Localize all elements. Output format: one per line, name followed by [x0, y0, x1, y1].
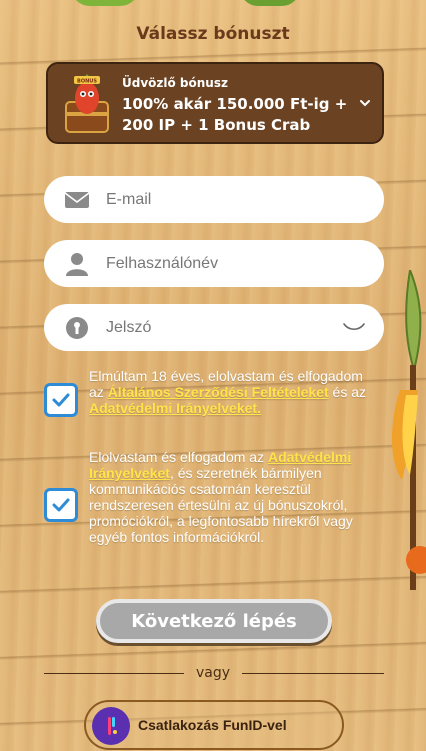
- username-input[interactable]: [106, 240, 336, 287]
- marketing-consent-checkbox[interactable]: [44, 488, 78, 522]
- divider: [242, 673, 384, 674]
- bonus-description: 100% akár 150.000 Ft-ig + 200 IP + 1 Bon…: [122, 95, 348, 134]
- consent-text: Elolvastam és elfogadom az: [89, 449, 268, 465]
- funid-logo-icon: [92, 707, 130, 745]
- funid-label: Csatlakozás FunID-vel: [138, 717, 287, 733]
- lock-icon: [66, 317, 88, 339]
- bonus-crab-image: BONUS: [65, 74, 109, 133]
- email-input[interactable]: [106, 176, 336, 223]
- user-icon: [66, 253, 88, 276]
- page-title: Válassz bónuszt: [136, 24, 290, 44]
- consent-text: és az: [328, 384, 367, 400]
- age-terms-checkbox[interactable]: [44, 383, 78, 417]
- chevron-down-icon[interactable]: [358, 96, 372, 110]
- bonus-selector[interactable]: BONUS Üdvözlő bónusz 100% akár 150.000 F…: [46, 62, 384, 144]
- password-input[interactable]: [106, 304, 336, 351]
- checkmark-icon: [52, 393, 70, 407]
- bonus-label: Üdvözlő bónusz: [122, 76, 228, 90]
- next-step-button[interactable]: Következő lépés: [96, 599, 332, 643]
- terms-link[interactable]: Általános Szerződési Feltételeket: [108, 384, 329, 400]
- password-field[interactable]: [44, 304, 384, 351]
- spear-decoration: [392, 270, 426, 590]
- marketing-consent-text: Elolvastam és elfogadom az Adatvédelmi I…: [89, 449, 379, 545]
- funid-login-button[interactable]: Csatlakozás FunID-vel: [84, 700, 344, 750]
- svg-text:BONUS: BONUS: [77, 79, 97, 85]
- username-field[interactable]: [44, 240, 384, 287]
- privacy-link[interactable]: Adatvédelmi Irányelveket.: [89, 400, 261, 416]
- mail-icon: [64, 192, 90, 208]
- eye-closed-icon[interactable]: [342, 318, 366, 336]
- email-field[interactable]: [44, 176, 384, 223]
- age-terms-consent-text: Elmúltam 18 éves, elolvastam és elfogado…: [89, 368, 379, 416]
- checkmark-icon: [52, 498, 70, 512]
